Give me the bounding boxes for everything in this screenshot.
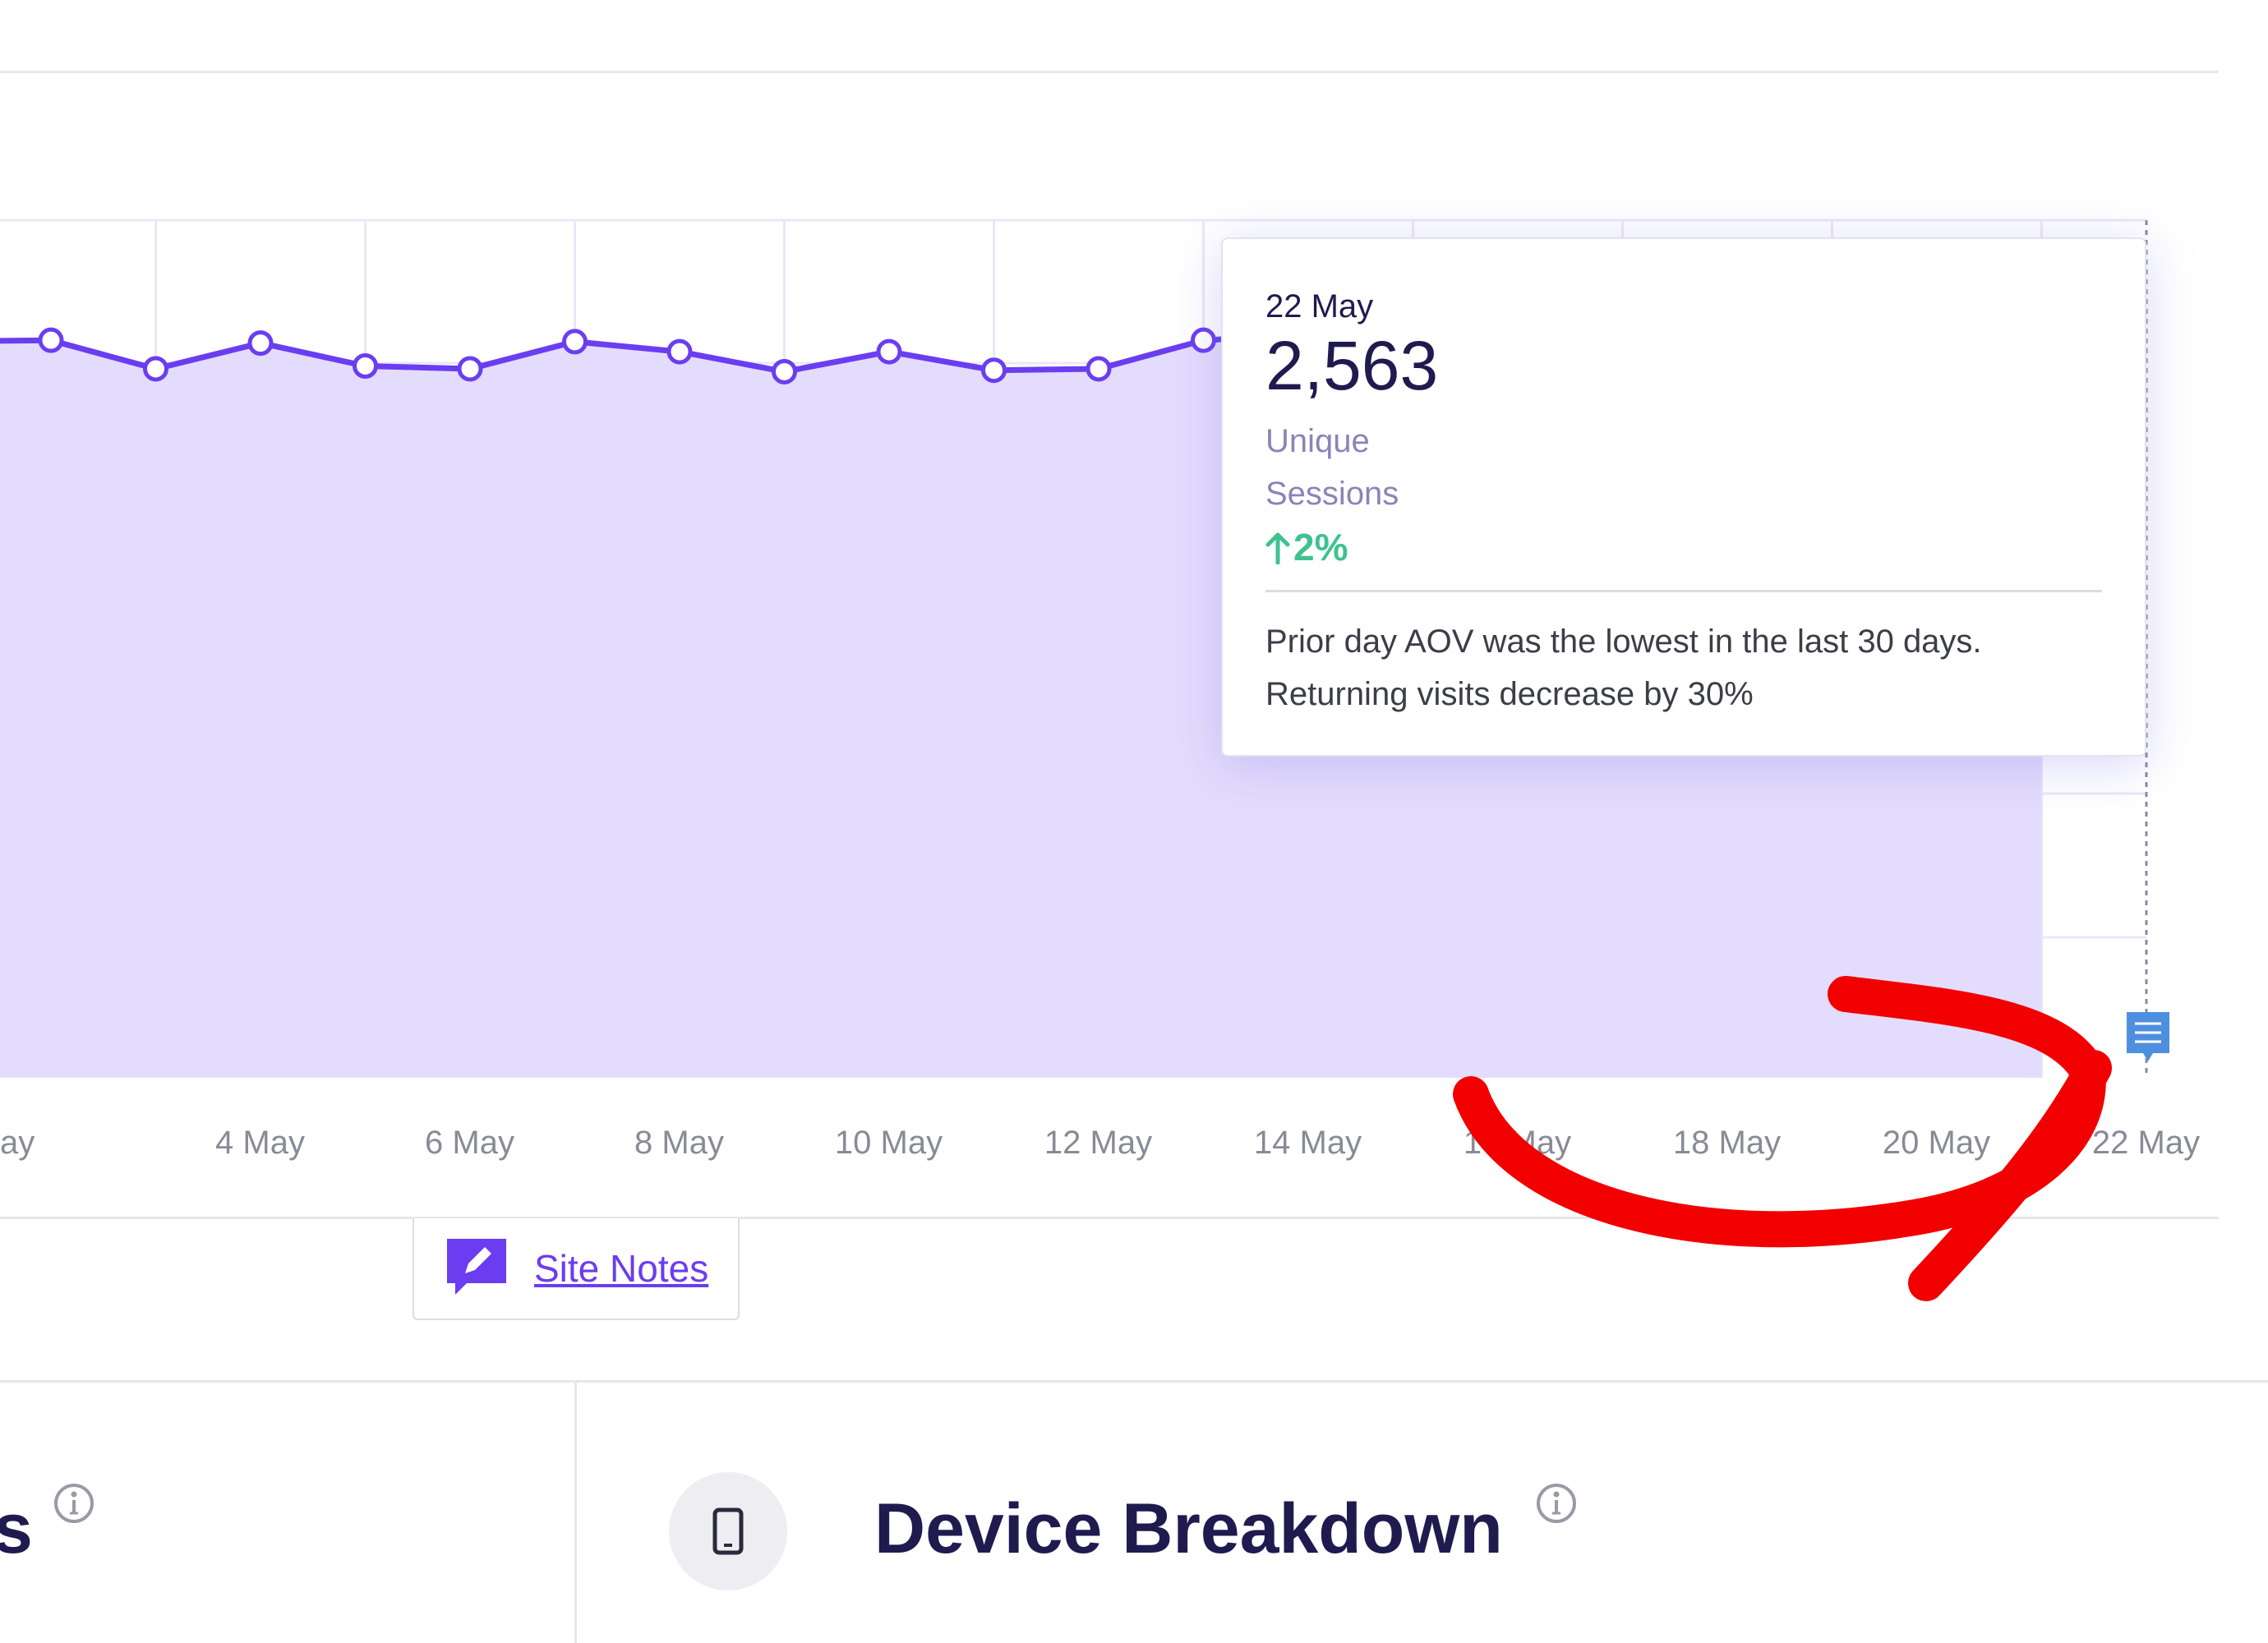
chart-point[interactable] bbox=[247, 330, 274, 357]
chart-tooltip: 22 May 2,563 Unique Sessions 2% Prior da… bbox=[1221, 237, 2146, 757]
x-tick-label: 16 May bbox=[1464, 1125, 1571, 1161]
tooltip-value: 2,563 bbox=[1265, 327, 1439, 404]
device-breakdown-info-icon[interactable] bbox=[1535, 1482, 1578, 1525]
arrow-up-icon bbox=[1265, 532, 1290, 564]
device-icon-badge bbox=[669, 1472, 787, 1590]
site-notes-link[interactable]: Site Notes bbox=[534, 1246, 708, 1291]
x-tick-label: 4 May bbox=[215, 1125, 305, 1161]
section-divider bbox=[0, 1380, 2268, 1383]
x-tick-label: 12 May bbox=[1044, 1125, 1152, 1161]
x-tick-label: 18 May bbox=[1673, 1125, 1781, 1161]
chart-point[interactable] bbox=[1086, 356, 1112, 382]
info-icon[interactable] bbox=[53, 1482, 95, 1525]
report-page: ay 4 May 6 May 8 May 10 May 12 May 14 May 16 Ma… bbox=[0, 0, 2268, 1643]
device-breakdown-title: Device Breakdown bbox=[874, 1489, 1503, 1568]
site-notes-button[interactable]: Site Notes bbox=[413, 1218, 740, 1320]
chart-point[interactable] bbox=[1191, 327, 1216, 353]
section-column-divider bbox=[574, 1382, 577, 1643]
tooltip-notes: Prior day AOV was the lowest in the last… bbox=[1265, 624, 1982, 713]
tooltip-change: 2% bbox=[1265, 525, 2102, 570]
x-tick-label: 14 May bbox=[1254, 1125, 1362, 1161]
chart-point[interactable] bbox=[562, 329, 588, 355]
x-tick-label: 10 May bbox=[835, 1125, 943, 1161]
chart-point[interactable] bbox=[772, 358, 797, 384]
x-tick-label: 20 May bbox=[1883, 1125, 1990, 1161]
tooltip-date: 22 May bbox=[1265, 288, 1374, 324]
left-section-title: s bbox=[0, 1489, 33, 1568]
chart-point[interactable] bbox=[457, 356, 483, 382]
chart-point[interactable] bbox=[38, 327, 64, 353]
chart-point[interactable] bbox=[353, 352, 378, 379]
tooltip-divider bbox=[1265, 590, 2102, 593]
x-tick-label: 8 May bbox=[634, 1125, 724, 1161]
chart-point[interactable] bbox=[666, 338, 693, 365]
site-note-marker-icon[interactable] bbox=[2125, 1010, 2171, 1065]
x-tick-label: 22 May bbox=[2092, 1125, 2200, 1161]
x-tick-label: ay bbox=[0, 1125, 35, 1161]
x-tick-label: 6 May bbox=[425, 1125, 514, 1161]
tooltip-metric-label: Unique Sessions bbox=[1265, 423, 1399, 512]
pencil-chat-icon bbox=[447, 1239, 506, 1295]
chart-point[interactable] bbox=[143, 356, 168, 382]
mobile-phone-icon bbox=[712, 1507, 744, 1555]
tooltip-change-value: 2% bbox=[1293, 526, 1348, 568]
chart-point[interactable] bbox=[876, 338, 902, 365]
chart-point[interactable] bbox=[981, 357, 1007, 384]
chart-bottom-divider bbox=[0, 1217, 2219, 1219]
